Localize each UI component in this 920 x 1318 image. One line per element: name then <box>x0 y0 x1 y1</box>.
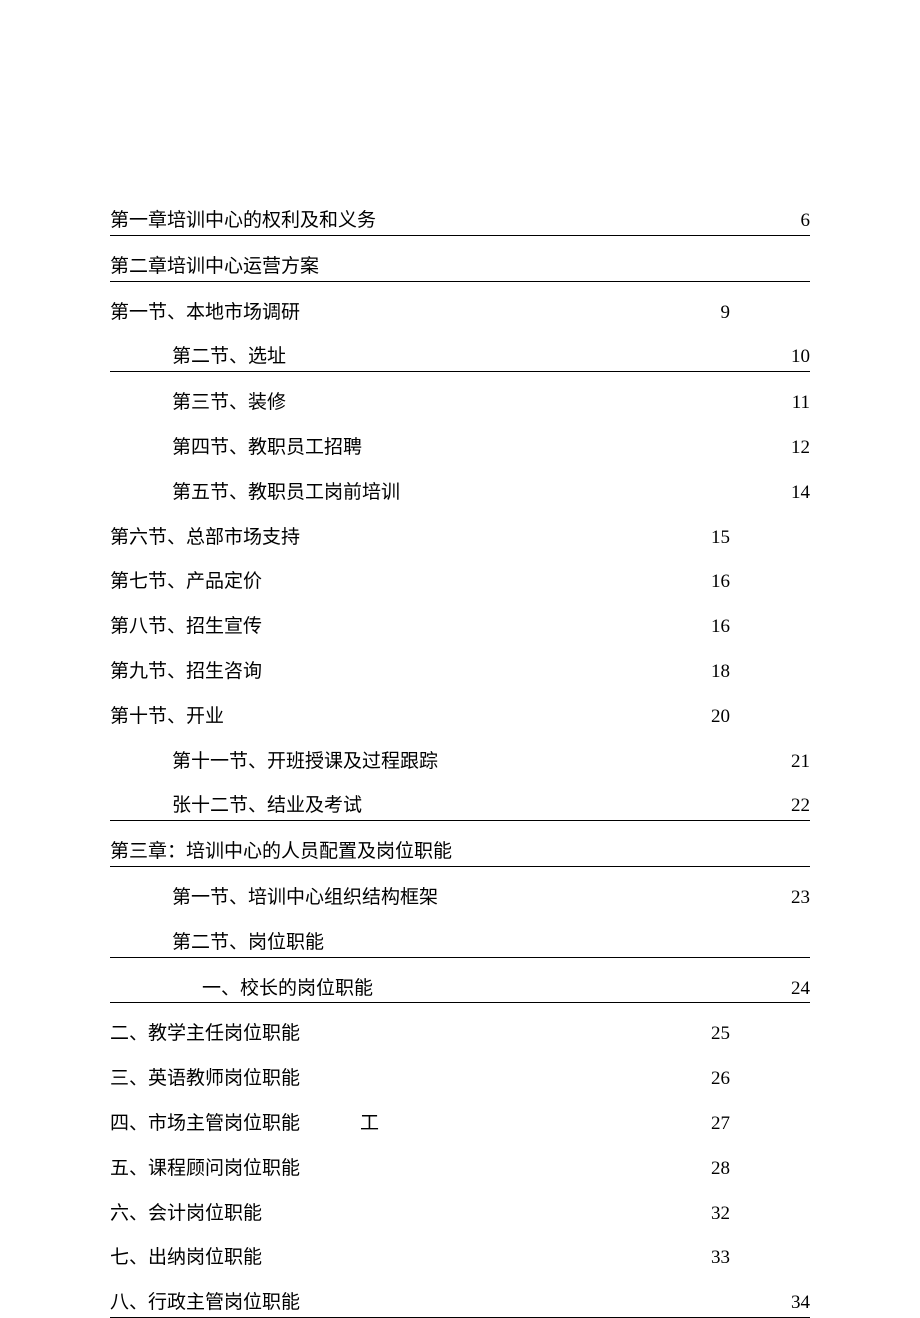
toc-page-number: 34 <box>791 1292 810 1315</box>
toc-row: 八、行政主管岗位职能 34 <box>110 1292 810 1318</box>
toc-row: 七、出纳岗位职能 33 <box>110 1247 730 1272</box>
toc-row: 一、校长的岗位职能 24 <box>110 978 810 1004</box>
toc-row: 二、教学主任岗位职能 25 <box>110 1023 730 1048</box>
toc-row: 第三章：培训中心的人员配置及岗位职能 <box>110 841 810 867</box>
toc-label: 第四节、教职员工招聘 <box>172 437 362 460</box>
toc-row: 第八节、招生宣传 16 <box>110 616 730 641</box>
toc-row: 第三节、装修 11 <box>110 392 810 417</box>
toc-label: 第十节、开业 <box>110 706 224 729</box>
toc-page-number: 24 <box>791 978 810 1001</box>
toc-row: 第四节、教职员工招聘 12 <box>110 437 810 462</box>
toc-label: 第一章培训中心的权利及和义务 <box>110 210 376 233</box>
toc-row: 第一节、培训中心组织结构框架 23 <box>110 887 810 912</box>
toc-label: 八、行政主管岗位职能 <box>110 1292 300 1315</box>
toc-row: 第十节、开业 20 <box>110 706 730 731</box>
toc-label: 六、会计岗位职能 <box>110 1203 262 1226</box>
toc-label: 第九节、招生咨询 <box>110 661 262 684</box>
toc-page-number: 27 <box>711 1113 730 1136</box>
toc-row: 第六节、总部市场支持 15 <box>110 527 730 552</box>
toc-page-number: 33 <box>711 1247 730 1270</box>
toc-row: 第二节、岗位职能 <box>110 932 810 958</box>
toc-label: 第七节、产品定价 <box>110 571 262 594</box>
toc-label: 七、出纳岗位职能 <box>110 1247 262 1270</box>
toc-label: 第八节、招生宣传 <box>110 616 262 639</box>
toc-label: 第一节、本地市场调研 <box>110 302 300 325</box>
toc-row: 第一节、本地市场调研 9 <box>110 302 730 327</box>
toc-row: 第九节、招生咨询 18 <box>110 661 730 686</box>
toc-page-number: 11 <box>792 392 810 415</box>
toc-row: 第十一节、开班授课及过程跟踪 21 <box>110 751 810 776</box>
toc-row: 三、英语教师岗位职能 26 <box>110 1068 730 1093</box>
toc-page-number: 22 <box>791 795 810 818</box>
toc-label: 张十二节、结业及考试 <box>172 795 362 818</box>
toc-label: 第五节、教职员工岗前培训 <box>172 482 400 505</box>
toc-page-number: 9 <box>721 302 731 325</box>
toc-row: 四、市场主管岗位职能 工 27 <box>110 1113 730 1138</box>
toc-row: 六、会计岗位职能 32 <box>110 1203 730 1228</box>
toc-page-number: 12 <box>791 437 810 460</box>
toc-label: 第二节、岗位职能 <box>172 932 324 955</box>
toc-page-number: 21 <box>791 751 810 774</box>
toc-row: 张十二节、结业及考试 22 <box>110 795 810 821</box>
toc-label: 第三节、装修 <box>172 392 286 415</box>
toc-label: 三、英语教师岗位职能 <box>110 1068 300 1091</box>
toc-label: 第十一节、开班授课及过程跟踪 <box>172 751 438 774</box>
toc-page-number: 14 <box>791 482 810 505</box>
toc-page-number: 16 <box>711 616 730 639</box>
toc-page-number: 15 <box>711 527 730 550</box>
toc-page-number: 32 <box>711 1203 730 1226</box>
toc-page-number: 23 <box>791 887 810 910</box>
toc-row: 第五节、教职员工岗前培训 14 <box>110 482 810 507</box>
toc-page-number: 10 <box>791 346 810 369</box>
toc-row: 五、课程顾问岗位职能 28 <box>110 1158 730 1183</box>
toc-page-number: 28 <box>711 1158 730 1181</box>
toc-label: 五、课程顾问岗位职能 <box>110 1158 300 1181</box>
toc-row: 第二章培训中心运营方案 <box>110 256 810 282</box>
toc-label: 第二章培训中心运营方案 <box>110 256 319 279</box>
toc-label: 一、校长的岗位职能 <box>202 978 373 1001</box>
toc-label: 四、市场主管岗位职能 <box>110 1113 300 1136</box>
toc-page-number: 25 <box>711 1023 730 1046</box>
toc-row: 第二节、选址 10 <box>110 346 810 372</box>
toc-page-number: 20 <box>711 706 730 729</box>
toc-label-extra: 工 <box>360 1113 379 1136</box>
table-of-contents: 第一章培训中心的权利及和义务 6 第二章培训中心运营方案第一节、本地市场调研 9 第二节… <box>110 210 810 1318</box>
toc-page-number: 26 <box>711 1068 730 1091</box>
toc-label: 第六节、总部市场支持 <box>110 527 300 550</box>
toc-label: 第一节、培训中心组织结构框架 <box>172 887 438 910</box>
toc-page-number: 18 <box>711 661 730 684</box>
toc-row: 第七节、产品定价 16 <box>110 571 730 596</box>
toc-page-number: 6 <box>801 210 811 233</box>
toc-label: 第二节、选址 <box>172 346 286 369</box>
toc-page-number: 16 <box>711 571 730 594</box>
toc-row: 第一章培训中心的权利及和义务 6 <box>110 210 810 236</box>
toc-label: 二、教学主任岗位职能 <box>110 1023 300 1046</box>
toc-label: 第三章：培训中心的人员配置及岗位职能 <box>110 841 452 864</box>
